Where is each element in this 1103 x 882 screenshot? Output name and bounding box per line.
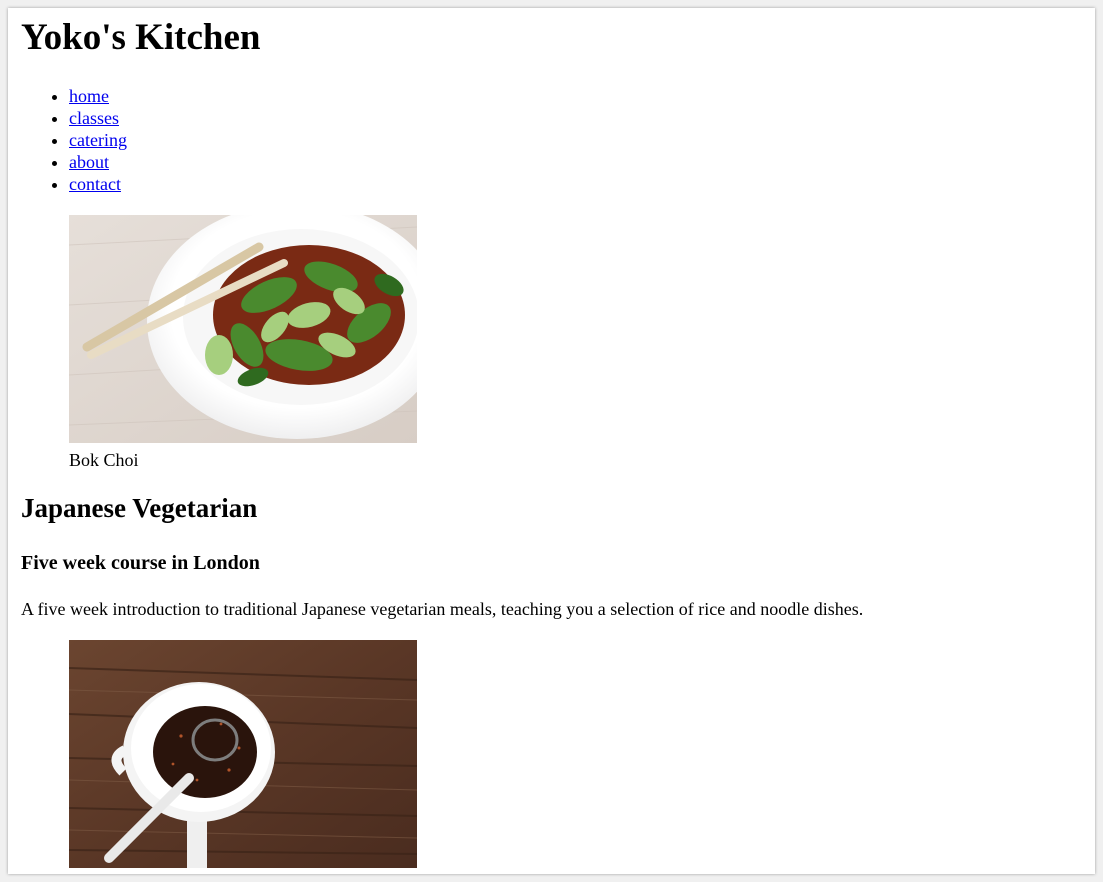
page-frame: Yoko's Kitchen home classes catering abo…: [8, 8, 1095, 874]
nav-item-catering: catering: [69, 129, 127, 151]
bok-choi-figure: Bok Choi: [69, 215, 417, 471]
nav-link-catering[interactable]: catering: [69, 130, 127, 150]
nav-link-about[interactable]: about: [69, 152, 109, 172]
article-heading: Japanese Vegetarian: [21, 493, 258, 523]
nav-item-home: home: [69, 85, 127, 107]
nav-item-classes: classes: [69, 107, 127, 129]
article-description: A five week introduction to traditional …: [21, 599, 864, 619]
nav-item-contact: contact: [69, 173, 127, 195]
teriyaki-figure: [69, 640, 417, 868]
nav-link-classes[interactable]: classes: [69, 108, 119, 128]
nav-link-home[interactable]: home: [69, 86, 109, 106]
bok-choi-caption: Bok Choi: [69, 450, 139, 470]
nav-item-about: about: [69, 151, 127, 173]
main-nav: home classes catering about contact: [21, 85, 127, 195]
site-title: Yoko's Kitchen: [21, 17, 261, 58]
sauce-photo: [69, 640, 417, 868]
article-subheading: Five week course in London: [21, 552, 260, 574]
bok-choi-photo: [69, 215, 417, 443]
nav-link-contact[interactable]: contact: [69, 174, 121, 194]
